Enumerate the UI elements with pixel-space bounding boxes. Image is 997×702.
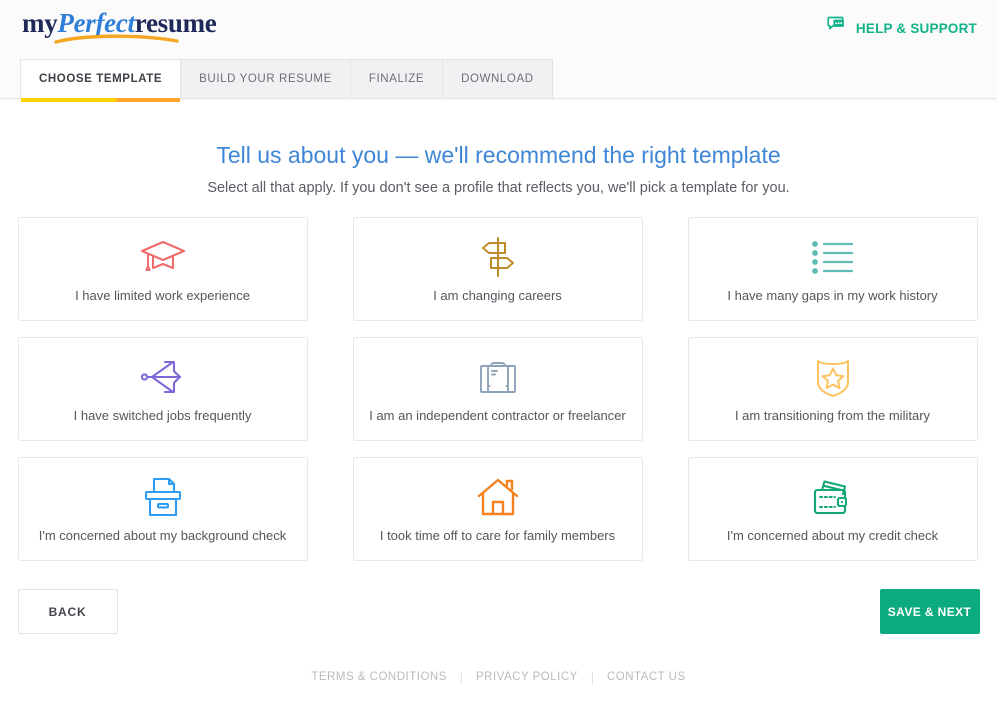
profile-options-grid: I have limited work experience I am chan… (17, 217, 980, 561)
progress-tabs: CHOOSE TEMPLATE BUILD YOUR RESUME FINALI… (20, 59, 553, 102)
option-card-changing-careers[interactable]: I am changing careers (352, 217, 643, 321)
shield-star-icon (813, 354, 853, 400)
footer-link-privacy-policy[interactable]: PRIVACY POLICY (476, 671, 578, 683)
page-header: myPerfectresume HELP & SUPPORT CHOOSE TE… (0, 0, 997, 102)
tab-label: DOWNLOAD (461, 73, 534, 85)
option-card-label: I am an independent contractor or freela… (369, 408, 626, 423)
file-box-icon (142, 474, 184, 520)
wallet-icon (811, 474, 855, 520)
footer-separator: | (590, 670, 594, 684)
page-subtitle: Select all that apply. If you don't see … (207, 180, 790, 196)
option-card-background-check[interactable]: I'm concerned about my background check (17, 457, 308, 561)
option-card-label: I'm concerned about my background check (38, 528, 287, 543)
tab-finalize[interactable]: FINALIZE (350, 60, 444, 98)
option-card-label: I took time off to care for family membe… (379, 528, 616, 543)
branching-arrows-icon (140, 354, 186, 400)
help-and-support-label: HELP & SUPPORT (855, 20, 977, 36)
save-and-next-button[interactable]: SAVE & NEXT (879, 589, 980, 634)
option-card-gaps-in-work-history[interactable]: I have many gaps in my work history (687, 217, 978, 321)
tab-label: FINALIZE (368, 73, 425, 85)
logo-text-my: my (22, 8, 58, 38)
option-card-label: I have limited work experience (75, 288, 250, 303)
page-title: Tell us about you — we'll recommend the … (216, 142, 781, 168)
graduation-cap-icon (139, 234, 187, 280)
option-card-credit-check[interactable]: I'm concerned about my credit check (687, 457, 978, 561)
house-icon (477, 474, 519, 520)
option-card-limited-work-experience[interactable]: I have limited work experience (17, 217, 308, 321)
option-card-time-off-for-family[interactable]: I took time off to care for family membe… (352, 457, 643, 561)
tab-choose-template[interactable]: CHOOSE TEMPLATE (21, 60, 182, 102)
help-and-support-button[interactable]: HELP & SUPPORT (827, 16, 977, 40)
option-card-label: I am transitioning from the military (734, 408, 931, 423)
bullet-list-icon (811, 234, 855, 280)
option-card-transitioning-from-military[interactable]: I am transitioning from the military (687, 337, 978, 441)
tab-label: CHOOSE TEMPLATE (39, 73, 163, 85)
option-card-independent-contractor[interactable]: I am an independent contractor or freela… (352, 337, 643, 441)
option-card-label: I have many gaps in my work history (727, 288, 938, 303)
tab-build-your-resume[interactable]: BUILD YOUR RESUME (181, 60, 351, 98)
page-footer: TERMS & CONDITIONS | PRIVACY POLICY | CO… (0, 670, 997, 684)
option-card-switched-jobs-frequently[interactable]: I have switched jobs frequently (17, 337, 308, 441)
option-card-label: I'm concerned about my credit check (726, 528, 939, 543)
option-card-label: I am changing careers (433, 288, 562, 303)
main-content: Tell us about you — we'll recommend the … (0, 99, 997, 684)
option-card-label: I have switched jobs frequently (73, 408, 252, 423)
signpost-icon (477, 234, 519, 280)
form-actions: BACK SAVE & NEXT (17, 589, 980, 634)
tab-download[interactable]: DOWNLOAD (443, 60, 552, 98)
footer-link-contact-us[interactable]: CONTACT US (607, 671, 686, 683)
logo-swoosh-icon (54, 32, 179, 44)
chat-bubbles-icon (827, 16, 848, 40)
back-button[interactable]: BACK (17, 589, 118, 634)
tab-label: BUILD YOUR RESUME (199, 73, 332, 85)
footer-link-terms-and-conditions[interactable]: TERMS & CONDITIONS (311, 671, 447, 683)
footer-separator: | (459, 670, 463, 684)
briefcase-icon (476, 354, 520, 400)
brand-logo[interactable]: myPerfectresume (22, 8, 217, 44)
